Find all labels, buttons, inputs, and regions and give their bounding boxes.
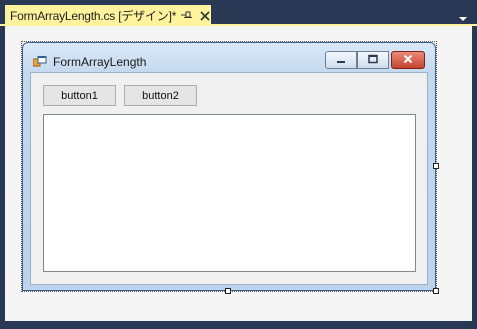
form-title: FormArrayLength	[53, 55, 147, 69]
document-tab-title: FormArrayLength.cs [デザイン]*	[10, 9, 177, 23]
pin-icon[interactable]	[181, 9, 193, 21]
maximize-icon	[367, 51, 379, 69]
form-window[interactable]: FormArrayLength button1 button2	[22, 42, 436, 291]
minimize-button[interactable]	[325, 51, 357, 69]
list-box[interactable]	[43, 114, 416, 272]
chevron-down-icon[interactable]	[457, 10, 469, 21]
designer-surface[interactable]: FormArrayLength button1 button2	[5, 26, 472, 321]
resize-handle-corner[interactable]	[433, 288, 439, 294]
resize-handle-bottom[interactable]	[225, 288, 231, 294]
document-tab-strip: FormArrayLength.cs [デザイン]*	[0, 0, 477, 26]
close-icon[interactable]	[199, 9, 211, 21]
maximize-button[interactable]	[357, 51, 389, 69]
form-titlebar[interactable]: FormArrayLength	[23, 43, 435, 73]
button1[interactable]: button1	[43, 85, 116, 106]
document-tab[interactable]: FormArrayLength.cs [デザイン]*	[5, 5, 211, 26]
close-icon	[402, 51, 414, 69]
minimize-icon	[335, 51, 347, 69]
button2[interactable]: button2	[124, 85, 197, 106]
form-client-area[interactable]: button1 button2	[30, 72, 428, 285]
app-icon	[32, 55, 47, 67]
resize-handle-right[interactable]	[433, 163, 439, 169]
close-button[interactable]	[391, 51, 425, 69]
